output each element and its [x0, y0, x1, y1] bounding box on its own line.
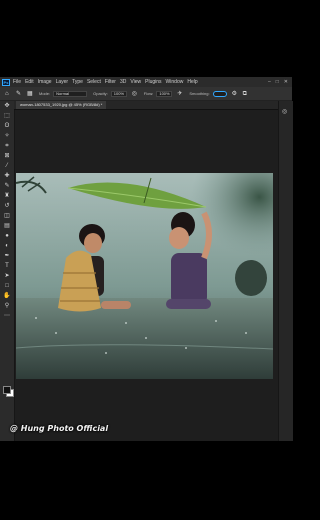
minimize-button[interactable]: –	[268, 79, 271, 85]
document-tab-bar: woman-1807533_1920.jpg @ 45% (RGB/8#) *	[14, 101, 292, 110]
tools-panel: ✥ ⬚ ʘ ✧ ⌗ ⊠ ⁄ ✚ ✎ ♜ ↺ ◫ ▤ ● ◐ ✒ T ➤ □ ✋ …	[0, 101, 15, 441]
document-tab[interactable]: woman-1807533_1920.jpg @ 45% (RGB/8#) *	[16, 101, 107, 109]
flow-field[interactable]: 100%	[156, 90, 173, 97]
eyedropper-icon[interactable]: ⁄	[3, 163, 11, 170]
mode-label: Mode:	[39, 91, 51, 96]
home-icon[interactable]: ⌂	[5, 91, 11, 97]
mode-select[interactable]: Normal	[53, 90, 88, 97]
history-brush-icon[interactable]: ↺	[3, 203, 11, 210]
photoshop-window: Ps File Edit Image Layer Type Select Fil…	[0, 77, 293, 441]
brush-settings-icon[interactable]: ▦	[27, 91, 33, 97]
menu-filter[interactable]: Filter	[105, 79, 116, 85]
options-bar: ⌂ ✎ ▦ Mode: Normal Opacity: 100% ◎ Flow:…	[0, 87, 292, 101]
close-button[interactable]: ✕	[284, 79, 288, 85]
window-controls: – □ ✕	[268, 79, 288, 85]
crop-icon[interactable]: ⌗	[3, 143, 11, 150]
menu-window[interactable]: Window	[166, 79, 184, 85]
right-panel-strip: ◎	[278, 101, 293, 441]
document-photo[interactable]	[16, 173, 273, 379]
pressure-opacity-icon[interactable]: ◎	[132, 91, 138, 97]
marquee-icon[interactable]: ⬚	[3, 113, 11, 120]
menu-file[interactable]: File	[13, 79, 21, 85]
foreground-color-swatch[interactable]	[3, 386, 11, 394]
frame-icon[interactable]: ⊠	[3, 153, 11, 160]
smoothing-settings-icon[interactable]: ⚙	[232, 91, 238, 97]
move-icon[interactable]: ✥	[3, 103, 11, 110]
pen-icon[interactable]: ✒	[3, 253, 11, 260]
smoothing-field[interactable]	[212, 90, 227, 97]
type-icon[interactable]: T	[3, 263, 11, 270]
airbrush-icon[interactable]: ✈	[177, 91, 183, 97]
stamp-icon[interactable]: ♜	[3, 193, 11, 200]
maximize-button[interactable]: □	[276, 79, 279, 85]
zoom-icon[interactable]: ⚲	[3, 303, 11, 310]
menu-plugins[interactable]: Plugins	[145, 79, 161, 85]
menu-type[interactable]: Type	[72, 79, 83, 85]
opacity-field[interactable]: 100%	[110, 90, 127, 97]
ps-logo-icon: Ps	[2, 78, 10, 86]
menu-help[interactable]: Help	[187, 79, 197, 85]
smoothing-label: Smoothing:	[189, 91, 210, 96]
eraser-icon[interactable]: ◫	[3, 213, 11, 220]
canvas-area[interactable]	[15, 110, 277, 441]
rectangle-icon[interactable]: □	[3, 283, 11, 290]
menu-bar: Ps File Edit Image Layer Type Select Fil…	[0, 77, 292, 87]
menu-edit[interactable]: Edit	[25, 79, 34, 85]
gradient-icon[interactable]: ▤	[3, 223, 11, 230]
lasso-icon[interactable]: ʘ	[3, 123, 11, 130]
menu-select[interactable]: Select	[87, 79, 101, 85]
dodge-icon[interactable]: ◐	[3, 243, 11, 250]
brush-preset-icon[interactable]: ✎	[16, 91, 22, 97]
watermark-text: @ Hung Photo Official	[10, 423, 109, 433]
menu-layer[interactable]: Layer	[56, 79, 69, 85]
symmetry-icon[interactable]: ⧉	[243, 91, 249, 97]
quick-select-icon[interactable]: ✧	[3, 133, 11, 140]
hand-icon[interactable]: ✋	[3, 293, 11, 300]
more-icon[interactable]: ⋯	[3, 313, 11, 320]
menu-view[interactable]: View	[130, 79, 141, 85]
photo-image	[16, 173, 273, 379]
menu-image[interactable]: Image	[38, 79, 52, 85]
path-select-icon[interactable]: ➤	[3, 273, 11, 280]
blur-icon[interactable]: ●	[3, 233, 11, 240]
opacity-label: Opacity:	[93, 91, 108, 96]
flow-label: Flow:	[143, 91, 154, 96]
healing-icon[interactable]: ✚	[3, 173, 11, 180]
menu-3d[interactable]: 3D	[120, 79, 126, 85]
brush-icon[interactable]: ✎	[3, 183, 11, 190]
panel-toggle-icon[interactable]: ◎	[282, 108, 287, 115]
